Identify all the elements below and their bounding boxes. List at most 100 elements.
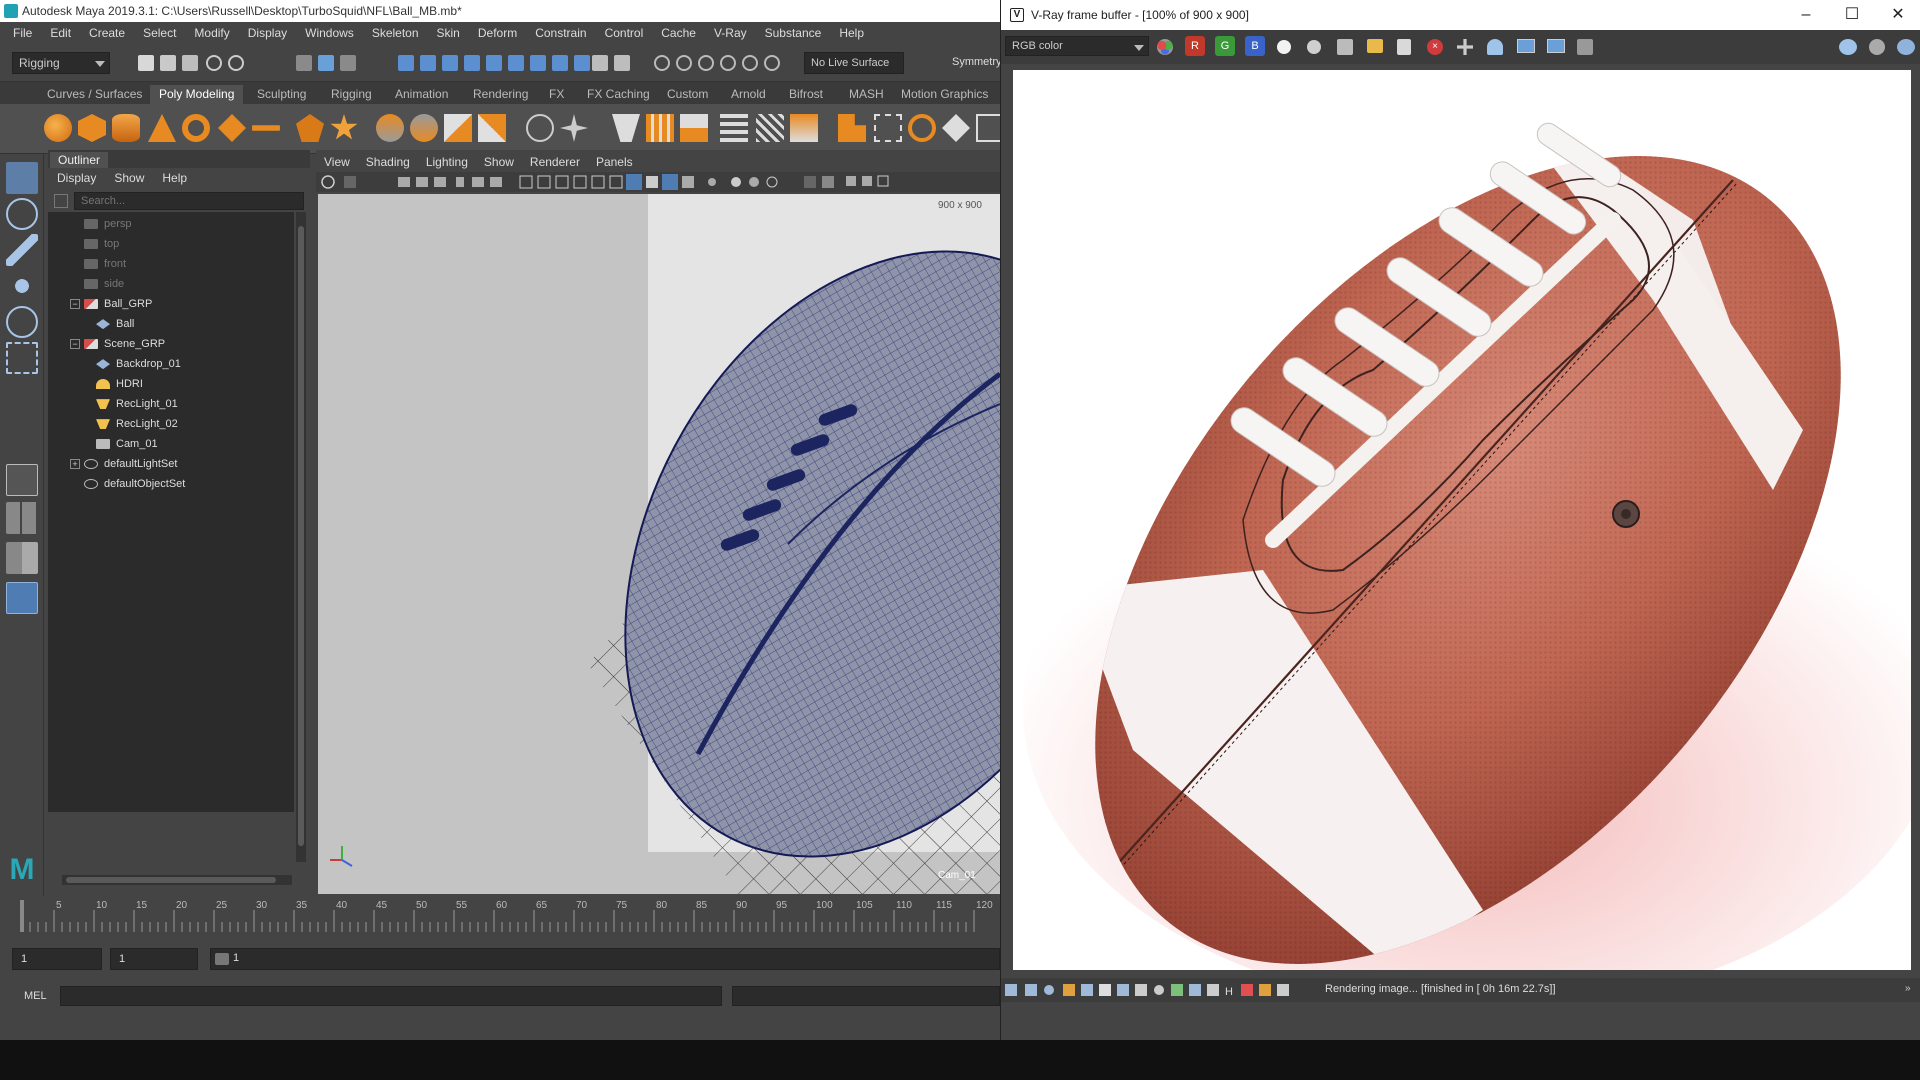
super-shape-icon[interactable] bbox=[330, 114, 358, 140]
history-window-icon[interactable] bbox=[1577, 39, 1593, 55]
multi-cut-icon[interactable] bbox=[756, 114, 784, 142]
history-icon[interactable] bbox=[552, 55, 568, 71]
mel-label[interactable]: MEL bbox=[24, 990, 47, 1002]
shelf-tab-fx-caching[interactable]: FX Caching bbox=[578, 85, 659, 104]
input-ops-icon[interactable] bbox=[614, 55, 630, 71]
playback-range-bar[interactable]: 1 bbox=[210, 948, 1000, 970]
menu-display[interactable]: Display bbox=[239, 26, 296, 40]
range-handle[interactable] bbox=[215, 953, 229, 965]
shelf-tab-fx[interactable]: FX bbox=[540, 85, 573, 104]
outliner-tab[interactable]: Outliner bbox=[50, 152, 109, 168]
shelf-tab-curves[interactable]: Curves / Surfaces bbox=[38, 85, 151, 104]
shelf-tab-poly-modeling[interactable]: Poly Modeling bbox=[150, 85, 244, 104]
paint-select-icon[interactable] bbox=[6, 234, 38, 266]
bevel-icon[interactable] bbox=[646, 114, 674, 142]
scrollbar-thumb[interactable] bbox=[66, 877, 276, 883]
save-scene-icon[interactable] bbox=[182, 55, 198, 71]
monochrome-icon[interactable] bbox=[1307, 40, 1321, 54]
bridge-icon[interactable] bbox=[680, 114, 708, 142]
snap-projected-icon[interactable] bbox=[464, 55, 480, 71]
outliner-menu-display[interactable]: Display bbox=[48, 171, 105, 185]
render-canvas[interactable] bbox=[1013, 70, 1911, 970]
poly-disc-icon[interactable] bbox=[252, 125, 280, 131]
menu-select[interactable]: Select bbox=[134, 26, 185, 40]
menu-constrain[interactable]: Constrain bbox=[526, 26, 595, 40]
smooth-icon[interactable] bbox=[908, 114, 936, 142]
outliner-menu-show[interactable]: Show bbox=[105, 171, 153, 185]
mirror-icon[interactable] bbox=[526, 114, 554, 142]
uv-editor-icon[interactable] bbox=[838, 114, 866, 142]
tree-item-ball-grp[interactable]: Ball_GRP bbox=[84, 294, 152, 314]
move-tool-icon[interactable] bbox=[6, 270, 38, 302]
separate-icon[interactable] bbox=[410, 114, 438, 142]
stop-render-icon[interactable] bbox=[1869, 39, 1885, 55]
center-pivot-icon[interactable] bbox=[560, 114, 588, 142]
combine-icon[interactable] bbox=[376, 114, 404, 142]
snap-curve-icon[interactable] bbox=[420, 55, 436, 71]
scale-tool-icon[interactable] bbox=[6, 342, 38, 374]
tree-item-persp[interactable]: persp bbox=[84, 214, 132, 234]
poly-torus-icon[interactable] bbox=[182, 114, 210, 142]
single-perspective-icon[interactable] bbox=[6, 464, 38, 496]
poly-sphere-icon[interactable] bbox=[44, 114, 72, 142]
ipr-render-icon[interactable] bbox=[676, 55, 692, 71]
track-mouse-icon[interactable] bbox=[1457, 39, 1473, 55]
poly-cylinder-icon[interactable] bbox=[112, 114, 140, 142]
collapse-icon[interactable]: − bbox=[70, 339, 80, 349]
viewport-menu-panels[interactable]: Panels bbox=[588, 155, 641, 169]
viewport-menu-lighting[interactable]: Lighting bbox=[418, 155, 476, 169]
live-surface-field[interactable]: No Live Surface bbox=[804, 52, 904, 74]
boolean-icon[interactable] bbox=[478, 114, 506, 142]
snap-view-plane-icon[interactable] bbox=[486, 55, 502, 71]
extrude-icon[interactable] bbox=[612, 114, 640, 142]
viewport-scene[interactable]: 900 x 900 Cam_01 bbox=[318, 194, 1000, 894]
menu-skin[interactable]: Skin bbox=[428, 26, 469, 40]
select-component-icon[interactable] bbox=[340, 55, 356, 71]
menu-skeleton[interactable]: Skeleton bbox=[363, 26, 428, 40]
persp-outliner-icon[interactable] bbox=[6, 542, 38, 574]
poly-plane-icon[interactable] bbox=[218, 114, 246, 142]
snap-grid-icon[interactable] bbox=[398, 55, 414, 71]
time-ruler[interactable]: 5 10 15 20 25 30 35 40 45 50 55 60 65 70 75 80 85 90 95 100… bbox=[0, 896, 1000, 936]
clear-image-icon[interactable]: × bbox=[1427, 39, 1443, 55]
render-region-icon[interactable] bbox=[1487, 39, 1503, 55]
menu-control[interactable]: Control bbox=[596, 26, 653, 40]
copy-clipboard-icon[interactable] bbox=[1397, 39, 1411, 55]
snap-surface-icon[interactable] bbox=[530, 55, 546, 71]
channel-dropdown[interactable]: RGB color bbox=[1005, 36, 1149, 56]
menu-create[interactable]: Create bbox=[80, 26, 134, 40]
select-hierarchy-icon[interactable] bbox=[296, 55, 312, 71]
outliner-vertical-scrollbar[interactable] bbox=[296, 212, 306, 862]
menu-deform[interactable]: Deform bbox=[469, 26, 526, 40]
tree-item-scene-grp[interactable]: Scene_GRP bbox=[84, 334, 165, 354]
open-scene-icon[interactable] bbox=[160, 55, 176, 71]
red-channel-button[interactable]: R bbox=[1185, 36, 1205, 56]
tree-item-backdrop[interactable]: Backdrop_01 bbox=[96, 354, 181, 374]
select-object-icon[interactable] bbox=[318, 55, 334, 71]
shelf-tab-custom[interactable]: Custom bbox=[658, 85, 717, 104]
menu-cache[interactable]: Cache bbox=[652, 26, 705, 40]
maximize-button[interactable]: ☐ bbox=[1829, 0, 1875, 30]
status-toolbar-icons[interactable]: H bbox=[1005, 982, 1305, 998]
range-start-field[interactable]: 1 bbox=[110, 948, 198, 970]
shelf-tab-arnold[interactable]: Arnold bbox=[722, 85, 775, 104]
tree-item-default-object-set[interactable]: defaultObjectSet bbox=[84, 474, 185, 494]
shelf-tab-rigging[interactable]: Rigging bbox=[322, 85, 381, 104]
viewport-toolbar-icons[interactable] bbox=[316, 172, 1000, 192]
render-settings-icon[interactable] bbox=[698, 55, 714, 71]
shelf-tab-motion-graphics[interactable]: Motion Graphics bbox=[892, 85, 997, 104]
lock-icon[interactable] bbox=[592, 55, 608, 71]
menu-modify[interactable]: Modify bbox=[185, 26, 238, 40]
tree-item-front[interactable]: front bbox=[84, 254, 126, 274]
poly-cube-icon[interactable] bbox=[78, 114, 106, 142]
tree-item-reclight-01[interactable]: RecLight_01 bbox=[96, 394, 178, 414]
tree-item-side[interactable]: side bbox=[84, 274, 124, 294]
menu-edit[interactable]: Edit bbox=[41, 26, 80, 40]
menu-substance[interactable]: Substance bbox=[756, 26, 831, 40]
expand-icon[interactable]: + bbox=[70, 459, 80, 469]
menu-file[interactable]: File bbox=[4, 26, 41, 40]
blue-channel-button[interactable]: B bbox=[1245, 36, 1265, 56]
shelf-tab-bifrost[interactable]: Bifrost bbox=[780, 85, 832, 104]
symmetry-label[interactable]: Symmetry bbox=[952, 56, 1002, 68]
poly-cone-icon[interactable] bbox=[148, 114, 176, 142]
